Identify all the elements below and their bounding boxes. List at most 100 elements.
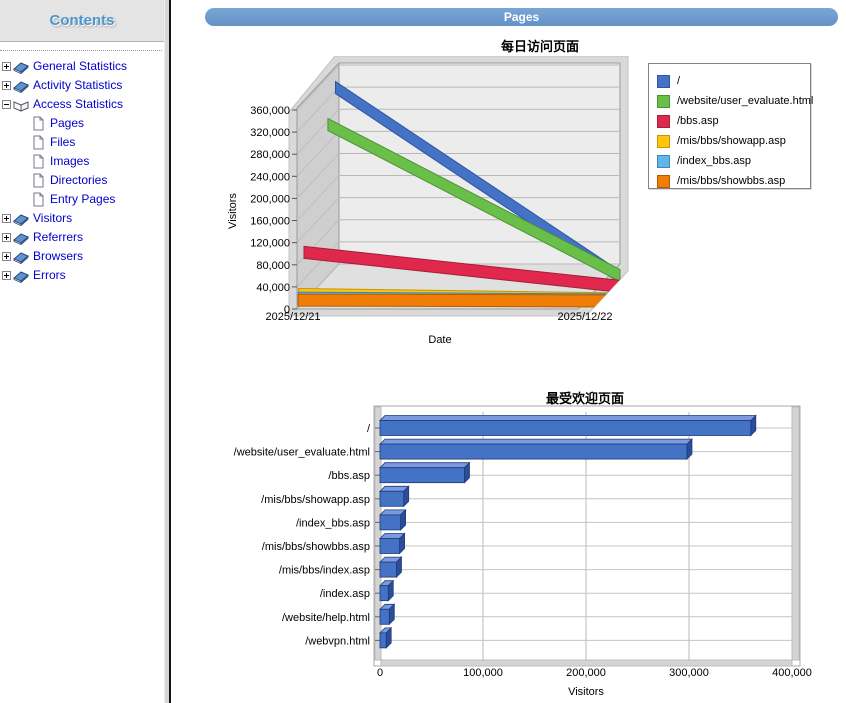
- sidebar-item-access-statistics[interactable]: Access Statistics: [0, 95, 162, 114]
- svg-text:2025/12/22: 2025/12/22: [557, 311, 612, 323]
- sidebar-item-files[interactable]: Files: [0, 133, 162, 152]
- legend-label: /: [677, 75, 680, 87]
- legend-label: /website/user_evaluate.html: [677, 95, 813, 107]
- closed-book-icon: [13, 59, 29, 74]
- daily-pages-chart-title: 每日访问页面: [420, 36, 660, 55]
- expand-plus-icon[interactable]: [2, 214, 11, 223]
- legend-item: /website/user_evaluate.html: [657, 91, 810, 111]
- svg-text:400,000: 400,000: [772, 667, 812, 679]
- svg-text:320,000: 320,000: [250, 127, 290, 139]
- daily-pages-line-chart: 040,00080,000120,000160,000200,000240,00…: [225, 56, 645, 356]
- bar-category-label: /: [367, 423, 371, 435]
- sidebar-item-label: Browsers: [33, 247, 83, 266]
- bar-category-label: /webvpn.html: [305, 635, 370, 647]
- collapse-minus-icon[interactable]: [2, 100, 11, 109]
- bar-0: [380, 416, 756, 436]
- svg-text:200,000: 200,000: [566, 667, 606, 679]
- bar-category-label: /mis/bbs/index.asp: [279, 565, 370, 577]
- closed-book-icon: [13, 230, 29, 245]
- bar-3: [380, 486, 409, 506]
- page-icon: [33, 154, 49, 169]
- legend-label: /index_bbs.asp: [677, 155, 751, 167]
- legend-item: /mis/bbs/showbbs.asp: [657, 171, 810, 191]
- contents-tree: General StatisticsActivity StatisticsAcc…: [0, 50, 162, 285]
- bar-6: [380, 557, 401, 577]
- bar-category-label: /index.asp: [320, 588, 370, 600]
- page-icon: [33, 173, 49, 188]
- bar-9: [380, 628, 391, 648]
- bar-2: [380, 463, 469, 483]
- bar-category-label: /website/user_evaluate.html: [234, 447, 370, 459]
- svg-text:0: 0: [377, 667, 383, 679]
- sidebar-title: Contents: [50, 12, 115, 29]
- closed-book-icon: [13, 268, 29, 283]
- sidebar-item-directories[interactable]: Directories: [0, 171, 162, 190]
- sidebar-item-label: Files: [50, 133, 75, 152]
- bar-8: [380, 604, 394, 624]
- sidebar-item-referrers[interactable]: Referrers: [0, 228, 162, 247]
- sidebar-item-label: Entry Pages: [50, 190, 115, 209]
- ribbon-series-5: [298, 294, 620, 307]
- bar-category-label: /mis/bbs/showbbs.asp: [262, 541, 370, 553]
- sidebar: Contents General StatisticsActivity Stat…: [0, 0, 164, 703]
- legend-label: /bbs.asp: [677, 115, 719, 127]
- expand-plus-icon[interactable]: [2, 271, 11, 280]
- sidebar-header: Contents: [0, 0, 164, 42]
- legend-label: /mis/bbs/showapp.asp: [677, 135, 786, 147]
- page-icon: [33, 192, 49, 207]
- sidebar-item-browsers[interactable]: Browsers: [0, 247, 162, 266]
- sidebar-item-activity-statistics[interactable]: Activity Statistics: [0, 76, 162, 95]
- legend-swatch-icon: [657, 115, 670, 128]
- expand-plus-icon[interactable]: [2, 81, 11, 90]
- sidebar-item-visitors[interactable]: Visitors: [0, 209, 162, 228]
- expand-plus-icon[interactable]: [2, 62, 11, 71]
- page-icon: [33, 135, 49, 150]
- bar-4: [380, 510, 406, 530]
- sidebar-item-entry-pages[interactable]: Entry Pages: [0, 190, 162, 209]
- sidebar-item-general-statistics[interactable]: General Statistics: [0, 57, 162, 76]
- svg-text:200,000: 200,000: [250, 193, 290, 205]
- svg-text:160,000: 160,000: [250, 216, 290, 228]
- bar-category-label: /bbs.asp: [328, 470, 370, 482]
- legend-swatch-icon: [657, 175, 670, 188]
- bar-category-label: /mis/bbs/showapp.asp: [261, 494, 370, 506]
- svg-text:120,000: 120,000: [250, 238, 290, 250]
- open-book-icon: [13, 97, 29, 112]
- svg-text:240,000: 240,000: [250, 171, 290, 183]
- legend-item: /index_bbs.asp: [657, 151, 810, 171]
- sidebar-item-label: Visitors: [33, 209, 72, 228]
- expand-plus-icon[interactable]: [2, 252, 11, 261]
- sidebar-item-label: Pages: [50, 114, 84, 133]
- svg-text:Date: Date: [428, 334, 451, 346]
- svg-text:Visitors: Visitors: [227, 193, 239, 229]
- svg-text:Visitors: Visitors: [568, 686, 604, 698]
- legend-swatch-icon: [657, 135, 670, 148]
- sidebar-item-label: Activity Statistics: [33, 76, 122, 95]
- legend-item: /bbs.asp: [657, 111, 810, 131]
- chart-legend: / /website/user_evaluate.html/bbs.asp/mis…: [648, 63, 811, 189]
- expand-plus-icon[interactable]: [2, 233, 11, 242]
- sidebar-item-images[interactable]: Images: [0, 152, 162, 171]
- sidebar-item-errors[interactable]: Errors: [0, 266, 162, 285]
- svg-text:40,000: 40,000: [256, 282, 290, 294]
- popular-pages-bar-chart: 0 100,000 200,000 300,000 400,000 / /website/u…: [215, 405, 846, 703]
- bar-category-label: /website/help.html: [282, 612, 370, 624]
- svg-text:2025/12/21: 2025/12/21: [265, 311, 320, 323]
- closed-book-icon: [13, 211, 29, 226]
- page-header-pill: Pages: [205, 8, 838, 26]
- legend-item: /mis/bbs/showapp.asp: [657, 131, 810, 151]
- legend-item: /: [657, 71, 810, 91]
- sidebar-item-label: Referrers: [33, 228, 83, 247]
- sidebar-item-label: Images: [50, 152, 89, 171]
- sidebar-item-label: General Statistics: [33, 57, 127, 76]
- svg-text:100,000: 100,000: [463, 667, 503, 679]
- legend-swatch-icon: [657, 75, 670, 88]
- legend-swatch-icon: [657, 95, 670, 108]
- sidebar-item-pages[interactable]: Pages: [0, 114, 162, 133]
- legend-label: /mis/bbs/showbbs.asp: [677, 175, 785, 187]
- sidebar-item-label: Access Statistics: [33, 95, 123, 114]
- svg-text:300,000: 300,000: [669, 667, 709, 679]
- frame-divider-line: [169, 0, 171, 703]
- bar-7: [380, 581, 393, 601]
- svg-text:80,000: 80,000: [256, 260, 290, 272]
